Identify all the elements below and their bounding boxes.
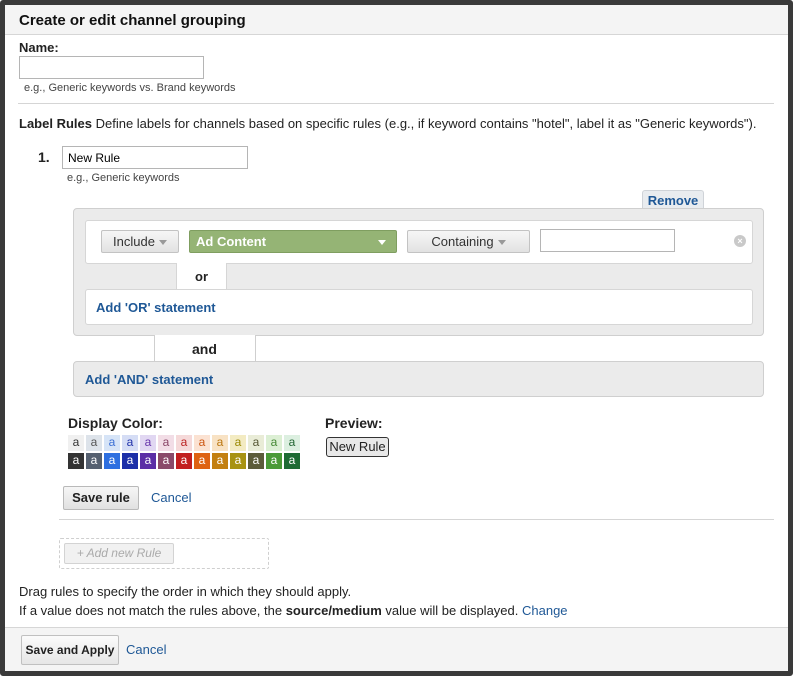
swatch-row-dark: aaaaaaaaaaaaa bbox=[68, 453, 318, 469]
fallback-note: If a value does not match the rules abov… bbox=[19, 603, 568, 618]
dialog-footer bbox=[5, 627, 788, 671]
preview-chip: New Rule bbox=[326, 437, 389, 457]
color-swatch-dark-4[interactable]: a bbox=[122, 453, 138, 469]
cancel-dialog-link[interactable]: Cancel bbox=[126, 642, 166, 657]
add-and-statement-link[interactable]: Add 'AND' statement bbox=[85, 372, 213, 387]
name-hint: e.g., Generic keywords vs. Brand keyword… bbox=[24, 82, 236, 94]
dialog-title: Create or edit channel grouping bbox=[19, 12, 246, 29]
include-dropdown[interactable]: Include bbox=[101, 230, 179, 253]
dimension-label: Ad Content bbox=[196, 234, 267, 249]
dialog-frame bbox=[0, 0, 793, 676]
dialog-title-bar: Create or edit channel grouping bbox=[5, 5, 788, 35]
remove-rule-button[interactable]: Remove bbox=[642, 190, 704, 210]
swatch-row-light: aaaaaaaaaaaaa bbox=[68, 435, 318, 451]
color-swatch-light-5[interactable]: a bbox=[140, 435, 156, 451]
or-connector: or bbox=[176, 263, 227, 290]
display-color-label: Display Color: bbox=[68, 415, 163, 431]
rule-number: 1. bbox=[38, 149, 50, 165]
save-rule-button[interactable]: Save rule bbox=[63, 486, 139, 510]
close-icon[interactable]: × bbox=[734, 235, 746, 247]
color-swatch-dark-7[interactable]: a bbox=[176, 453, 192, 469]
divider bbox=[59, 519, 774, 520]
color-swatch-light-8[interactable]: a bbox=[194, 435, 210, 451]
dimension-dropdown[interactable]: Ad Content bbox=[189, 230, 397, 253]
save-and-apply-button[interactable]: Save and Apply bbox=[21, 635, 119, 665]
chevron-down-icon bbox=[378, 240, 386, 245]
color-swatch-light-7[interactable]: a bbox=[176, 435, 192, 451]
include-label: Include bbox=[113, 234, 155, 249]
color-swatch-dark-8[interactable]: a bbox=[194, 453, 210, 469]
label-rules-description: Define labels for channels based on spec… bbox=[95, 116, 757, 131]
condition-value-input[interactable] bbox=[540, 229, 675, 252]
add-new-rule-button[interactable]: + Add new Rule bbox=[64, 543, 174, 564]
fallback-note-post: value will be displayed. bbox=[385, 603, 519, 618]
color-swatch-dark-13[interactable]: a bbox=[284, 453, 300, 469]
color-swatch-dark-12[interactable]: a bbox=[266, 453, 282, 469]
rule-name-input[interactable] bbox=[62, 146, 248, 169]
label-rules-section: Label Rules Define labels for channels b… bbox=[19, 116, 756, 131]
color-swatch-dark-9[interactable]: a bbox=[212, 453, 228, 469]
name-input[interactable] bbox=[19, 56, 204, 79]
color-swatch-light-4[interactable]: a bbox=[122, 435, 138, 451]
preview-label: Preview: bbox=[325, 415, 383, 431]
name-label: Name: bbox=[19, 40, 59, 55]
drag-order-note: Drag rules to specify the order in which… bbox=[19, 584, 352, 599]
color-swatch-light-6[interactable]: a bbox=[158, 435, 174, 451]
fallback-note-pre: If a value does not match the rules abov… bbox=[19, 603, 283, 618]
chevron-down-icon bbox=[158, 240, 167, 246]
color-swatch-light-3[interactable]: a bbox=[104, 435, 120, 451]
color-swatch-light-10[interactable]: a bbox=[230, 435, 246, 451]
color-swatch-light-1[interactable]: a bbox=[68, 435, 84, 451]
divider bbox=[18, 103, 774, 104]
cancel-rule-link[interactable]: Cancel bbox=[151, 490, 191, 505]
color-swatch-dark-2[interactable]: a bbox=[86, 453, 102, 469]
color-swatch-dark-6[interactable]: a bbox=[158, 453, 174, 469]
color-swatch-dark-5[interactable]: a bbox=[140, 453, 156, 469]
color-swatch-dark-3[interactable]: a bbox=[104, 453, 120, 469]
color-swatch-light-11[interactable]: a bbox=[248, 435, 264, 451]
chevron-down-icon bbox=[497, 240, 506, 246]
color-swatch-light-12[interactable]: a bbox=[266, 435, 282, 451]
color-swatch-dark-10[interactable]: a bbox=[230, 453, 246, 469]
fallback-dimension: source/medium bbox=[285, 603, 382, 618]
color-swatch-dark-11[interactable]: a bbox=[248, 453, 264, 469]
color-swatch-grid: aaaaaaaaaaaaa aaaaaaaaaaaaa bbox=[68, 435, 318, 471]
add-and-statement-row: Add 'AND' statement bbox=[73, 361, 764, 397]
rule-name-hint: e.g., Generic keywords bbox=[67, 172, 180, 184]
color-swatch-dark-1[interactable]: a bbox=[68, 453, 84, 469]
add-or-statement-row: Add 'OR' statement bbox=[85, 289, 753, 325]
color-swatch-light-2[interactable]: a bbox=[86, 435, 102, 451]
and-connector: and bbox=[192, 341, 217, 357]
match-type-dropdown[interactable]: Containing bbox=[407, 230, 530, 253]
color-swatch-light-9[interactable]: a bbox=[212, 435, 228, 451]
color-swatch-light-13[interactable]: a bbox=[284, 435, 300, 451]
change-fallback-link[interactable]: Change bbox=[522, 603, 568, 618]
add-or-statement-link[interactable]: Add 'OR' statement bbox=[96, 300, 216, 315]
match-type-label: Containing bbox=[431, 234, 494, 249]
label-rules-heading: Label Rules bbox=[19, 116, 92, 131]
